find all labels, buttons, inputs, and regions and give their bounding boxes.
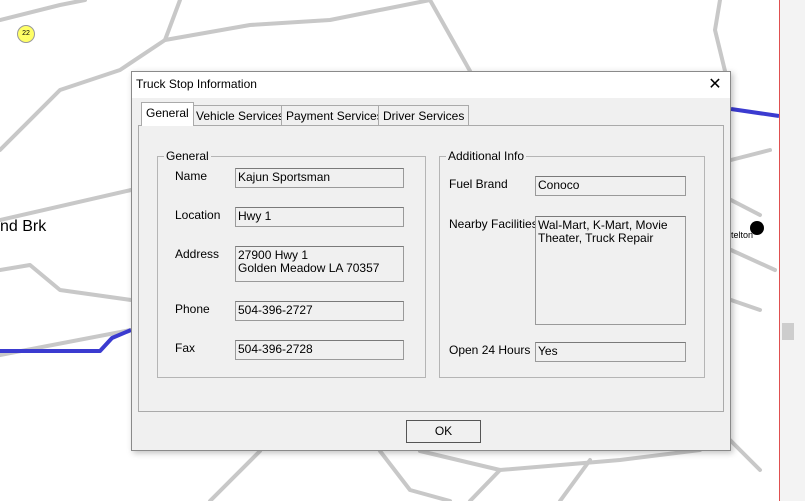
ok-button[interactable]: OK <box>406 420 481 443</box>
fax-label: Fax <box>175 341 196 355</box>
road <box>428 0 472 73</box>
map-town-label: telton <box>731 230 754 240</box>
location-field[interactable]: Hwy 1 <box>235 207 404 227</box>
name-label: Name <box>175 169 208 183</box>
truck-stop-dialog: Truck Stop Information ✕ General Vehicle… <box>131 71 731 451</box>
nearby-facilities-field[interactable]: Wal-Mart, K-Mart, Movie Theater, Truck R… <box>535 216 686 325</box>
road <box>378 449 452 501</box>
route-shield-icon: 22 <box>17 25 35 43</box>
map-place-label: nd Brk <box>0 218 47 235</box>
open-24-hours-label: Open 24 Hours <box>449 343 531 357</box>
tab-vehicle-services[interactable]: Vehicle Services <box>191 105 290 125</box>
additional-info-group: Additional Info Fuel Brand Conoco Nearby… <box>439 149 705 378</box>
highway-road <box>730 107 780 118</box>
tab-driver-services[interactable]: Driver Services <box>378 105 470 125</box>
fuel-brand-label: Fuel Brand <box>449 177 508 191</box>
fax-field[interactable]: 504-396-2728 <box>235 340 404 360</box>
road <box>713 0 727 73</box>
phone-field[interactable]: 504-396-2727 <box>235 301 404 321</box>
tab-payment-services[interactable]: Payment Services <box>281 105 388 125</box>
road <box>0 0 87 22</box>
road <box>729 248 777 272</box>
dialog-title: Truck Stop Information <box>136 77 257 91</box>
location-label: Location <box>175 208 221 222</box>
road <box>163 0 432 42</box>
road <box>0 263 133 302</box>
road <box>0 188 133 222</box>
road <box>729 198 762 217</box>
additional-info-group-title: Additional Info <box>446 149 527 163</box>
road <box>418 448 702 472</box>
vertical-scrollbar[interactable] <box>779 0 805 501</box>
road <box>729 148 772 162</box>
title-bar[interactable]: Truck Stop Information ✕ <box>132 72 730 98</box>
general-group: General Name Kajun Sportsman Location Hw… <box>157 149 426 378</box>
fuel-brand-field[interactable]: Conoco <box>535 176 686 196</box>
tab-general[interactable]: General <box>141 102 194 126</box>
tab-panel-general: General Name Kajun Sportsman Location Hw… <box>138 125 724 412</box>
nearby-facilities-label: Nearby Facilities <box>449 217 538 231</box>
address-label: Address <box>175 247 220 261</box>
close-icon[interactable]: ✕ <box>703 74 727 96</box>
address-field[interactable]: 27900 Hwy 1 Golden Meadow LA 70357 <box>235 246 404 282</box>
road <box>729 298 762 312</box>
road <box>208 449 262 501</box>
address-line-2: Golden Meadow LA 70357 <box>238 261 380 275</box>
phone-label: Phone <box>175 302 210 316</box>
road <box>728 438 762 472</box>
road <box>468 468 502 501</box>
scrollbar-thumb[interactable] <box>782 323 794 340</box>
general-group-title: General <box>164 149 211 163</box>
name-field[interactable]: Kajun Sportsman <box>235 168 404 188</box>
open-24-hours-field[interactable]: Yes <box>535 342 686 362</box>
